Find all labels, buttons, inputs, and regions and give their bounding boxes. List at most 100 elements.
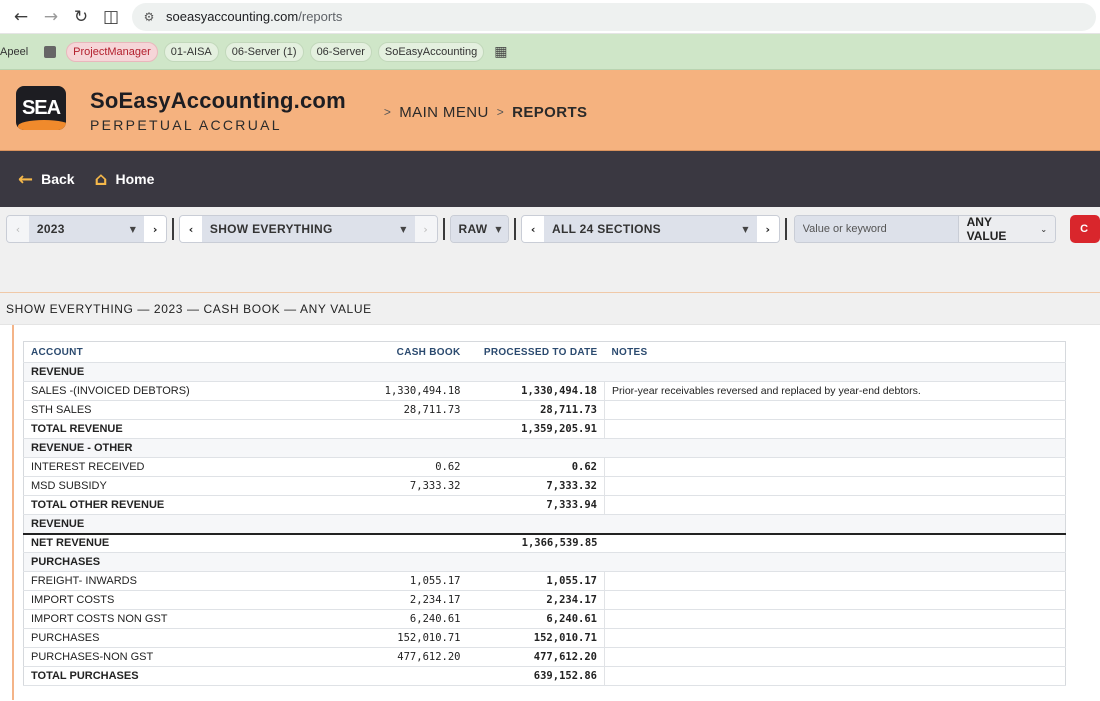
bookmark-apeel[interactable]: Apeel xyxy=(0,42,34,62)
account-cell: PURCHASES xyxy=(23,552,344,572)
cash-cell: 1,330,494.18 xyxy=(343,381,468,401)
format-select[interactable]: RAW ▼ xyxy=(450,216,509,242)
report-title: SHOW EVERYTHING — 2023 — CASH BOOK — ANY… xyxy=(0,293,1100,325)
cash-cell xyxy=(343,514,468,534)
divider xyxy=(784,218,787,240)
reload-icon[interactable]: ↻ xyxy=(66,2,96,32)
processed-cell: 0.62 xyxy=(467,457,605,477)
year-select[interactable]: 2023 ▼ xyxy=(28,216,145,242)
sections-selector: ‹ ALL 24 SECTIONS ▼ › xyxy=(521,215,780,243)
bookmark-01-aisa[interactable]: 01-AISA xyxy=(163,41,219,62)
column-header-account: ACCOUNT xyxy=(23,341,344,363)
processed-cell xyxy=(467,552,605,572)
url-host: soeasyaccounting.com xyxy=(166,9,299,24)
filter-bar: ‹ 2023 ▼ › ‹ SHOW EVERYTHING ▼ › RAW ▼ ‹ AL… xyxy=(0,207,1100,293)
table-row[interactable]: IMPORT COSTS 2,234.17 2,234.17 xyxy=(23,590,1066,610)
chevron-down-icon: ▼ xyxy=(742,224,749,234)
apps-grid-icon[interactable]: ▦ xyxy=(494,44,507,60)
bookmark-06-server[interactable]: 06-Server xyxy=(309,41,372,62)
bookmarks-bar: Apeel ProjectManager 01-AISA 06-Server (… xyxy=(0,34,1100,70)
table-row[interactable]: FREIGHT- INWARDS 1,055.17 1,055.17 xyxy=(23,571,1066,591)
processed-cell: 477,612.20 xyxy=(467,647,605,667)
brand-subtitle: PERPETUAL ACCRUAL xyxy=(90,116,282,133)
url-path: /reports xyxy=(298,9,343,24)
account-cell: TOTAL REVENUE xyxy=(23,419,344,439)
home-button[interactable]: ⌂ Home xyxy=(95,169,155,190)
breadcrumb-main-menu[interactable]: MAIN MENU xyxy=(399,104,488,121)
cash-cell: 0.62 xyxy=(343,457,468,477)
processed-cell: 152,010.71 xyxy=(467,628,605,648)
view-next-icon[interactable]: › xyxy=(414,216,437,242)
url-field[interactable]: ⚙ soeasyaccounting.com/reports xyxy=(132,2,1096,31)
table-row[interactable]: STH SALES 28,711.73 28,711.73 xyxy=(23,400,1066,420)
note-cell xyxy=(604,495,1066,515)
table-row[interactable]: PURCHASES 152,010.71 152,010.71 xyxy=(23,628,1066,648)
divider xyxy=(442,218,445,240)
browser-address-bar: ← → ↻ ◫ ⚙ soeasyaccounting.com/reports xyxy=(0,0,1100,34)
note-cell xyxy=(604,532,1066,553)
cash-cell xyxy=(343,552,468,572)
table-row[interactable]: INTEREST RECEIVED 0.62 0.62 xyxy=(23,457,1066,477)
account-cell: TOTAL PURCHASES xyxy=(23,666,344,686)
column-header-notes: NOTES xyxy=(604,341,1066,363)
bookmark-06-server-1[interactable]: 06-Server (1) xyxy=(224,41,304,62)
account-cell: TOTAL OTHER REVENUE xyxy=(23,495,344,515)
split-view-icon[interactable]: ◫ xyxy=(96,2,126,32)
view-value: SHOW EVERYTHING xyxy=(209,222,333,236)
view-prev-icon[interactable]: ‹ xyxy=(180,216,202,242)
cash-cell xyxy=(343,438,468,458)
note-cell: Prior-year receivables reversed and repl… xyxy=(604,381,1066,401)
bookmark-soeasyaccounting[interactable]: SoEasyAccounting xyxy=(377,41,485,62)
table-row[interactable]: IMPORT COSTS NON GST 6,240.61 6,240.61 xyxy=(23,609,1066,629)
brand-name: SoEasyAccounting.com xyxy=(90,87,346,113)
home-icon: ⌂ xyxy=(94,168,108,190)
forward-arrow-icon[interactable]: → xyxy=(36,2,66,32)
back-label: Back xyxy=(41,171,75,187)
processed-cell: 1,366,539.85 xyxy=(467,532,605,553)
orange-divider xyxy=(12,325,14,700)
account-cell: PURCHASES-NON GST xyxy=(23,647,344,667)
format-selector: RAW ▼ xyxy=(449,215,510,243)
net-total-row: NET REVENUE 1,366,539.85 xyxy=(23,532,1066,553)
note-cell xyxy=(604,400,1066,420)
processed-cell: 1,359,205.91 xyxy=(467,419,605,439)
cash-cell: 1,055.17 xyxy=(343,571,468,591)
chevron-down-icon: ▼ xyxy=(495,224,502,234)
note-cell xyxy=(604,438,1066,458)
search-input[interactable] xyxy=(794,216,958,242)
account-cell: NET REVENUE xyxy=(23,532,344,553)
value-filter-select[interactable]: ANY VALUE ⌄ xyxy=(957,216,1056,242)
note-cell xyxy=(604,647,1066,667)
table-row[interactable]: PURCHASES-NON GST 477,612.20 477,612.20 xyxy=(23,647,1066,667)
bookmark-projectmanager[interactable]: ProjectManager xyxy=(66,41,158,62)
breadcrumb-separator: > xyxy=(383,105,392,119)
chevron-down-icon: ▼ xyxy=(400,224,407,234)
section-row: PURCHASES xyxy=(23,552,1066,572)
year-prev-icon[interactable]: ‹ xyxy=(7,216,29,242)
back-arrow-icon[interactable]: ← xyxy=(6,2,36,32)
account-cell: REVENUE xyxy=(23,514,344,534)
sections-prev-icon[interactable]: ‹ xyxy=(522,216,545,242)
cash-cell xyxy=(343,419,468,439)
breadcrumb: > MAIN MENU > REPORTS xyxy=(376,104,588,121)
site-settings-icon[interactable]: ⚙ xyxy=(140,8,158,26)
view-select[interactable]: SHOW EVERYTHING ▼ xyxy=(201,216,415,242)
sections-next-icon[interactable]: › xyxy=(756,216,779,242)
processed-cell: 28,711.73 xyxy=(467,400,605,420)
table-row[interactable]: MSD SUBSIDY 7,333.32 7,333.32 xyxy=(23,476,1066,496)
note-cell xyxy=(604,552,1066,572)
table-header-row: ACCOUNT CASH BOOK PROCESSED TO DATE NOTE… xyxy=(23,341,1066,363)
cash-cell xyxy=(343,666,468,686)
table-row[interactable]: SALES -(INVOICED DEBTORS) 1,330,494.18 1… xyxy=(23,381,1066,401)
back-button[interactable]: ← Back xyxy=(18,169,75,190)
cash-cell xyxy=(343,362,468,382)
account-cell: REVENUE xyxy=(23,362,344,382)
bookmark-square-icon[interactable] xyxy=(44,45,57,58)
sections-select[interactable]: ALL 24 SECTIONS ▼ xyxy=(544,216,757,242)
red-action-button[interactable]: C xyxy=(1070,215,1100,243)
year-next-icon[interactable]: › xyxy=(144,216,167,242)
sea-logo[interactable]: SEA xyxy=(16,86,70,134)
cash-cell xyxy=(343,495,468,515)
note-cell xyxy=(604,419,1066,439)
year-selector: ‹ 2023 ▼ › xyxy=(6,215,168,243)
